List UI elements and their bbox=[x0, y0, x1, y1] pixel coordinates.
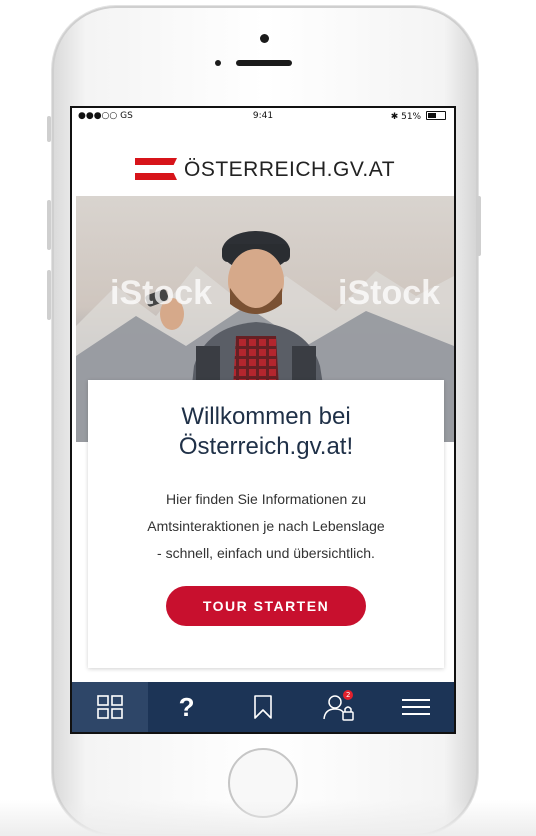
volume-down-button bbox=[47, 270, 51, 320]
proximity-sensor bbox=[215, 60, 221, 66]
bookmark-icon bbox=[254, 695, 272, 719]
app-header: ÖSTERREICH.GV.AT bbox=[72, 140, 454, 200]
power-button bbox=[477, 196, 481, 256]
tab-menu[interactable] bbox=[378, 682, 454, 732]
welcome-description-line3: - schnell, einfach und übersichtlich. bbox=[157, 545, 375, 561]
welcome-title-line1: Willkommen bei bbox=[181, 403, 351, 430]
grid-icon bbox=[97, 695, 124, 719]
mute-switch bbox=[47, 116, 51, 142]
front-camera bbox=[260, 34, 269, 43]
welcome-description-line2: Amtsinteraktionen je nach Lebenslage bbox=[147, 518, 385, 534]
welcome-title-line2: Österreich.gv.at! bbox=[178, 433, 354, 460]
site-logo-text: ÖSTERREICH.GV.AT bbox=[184, 158, 396, 181]
battery-status: ✱ 51% bbox=[391, 111, 446, 122]
tab-bookmarks[interactable] bbox=[225, 682, 301, 732]
bottom-fade bbox=[0, 800, 536, 836]
battery-percent: 51% bbox=[401, 112, 422, 122]
watermark-right: iStock bbox=[338, 274, 441, 312]
earpiece-speaker bbox=[236, 60, 292, 66]
welcome-title: Willkommen bei Österreich.gv.at! bbox=[88, 402, 444, 462]
austrian-flag-logo-icon bbox=[135, 158, 177, 180]
bluetooth-icon: ✱ bbox=[390, 112, 399, 122]
welcome-card: Willkommen bei Österreich.gv.at! Hier fi… bbox=[88, 380, 444, 668]
bottom-tab-bar: ? 2 bbox=[72, 682, 454, 732]
status-bar: ●●●○○ GS 9:41 ✱ 51% bbox=[72, 108, 454, 124]
volume-up-button bbox=[47, 200, 51, 250]
app-screen: ●●●○○ GS 9:41 ✱ 51% ÖSTERREICH.GV.AT iSt… bbox=[70, 106, 456, 734]
tab-help[interactable]: ? bbox=[148, 682, 224, 732]
welcome-description: Hier finden Sie Informationen zu Amtsint… bbox=[106, 486, 426, 567]
question-icon: ? bbox=[178, 691, 195, 722]
welcome-description-line1: Hier finden Sie Informationen zu bbox=[166, 491, 366, 507]
start-tour-button[interactable]: TOUR STARTEN bbox=[166, 586, 366, 626]
tab-profile[interactable]: 2 bbox=[301, 682, 377, 732]
battery-icon bbox=[426, 111, 446, 120]
menu-icon bbox=[401, 699, 430, 715]
watermark-left: iStock bbox=[110, 274, 213, 312]
tab-dashboard[interactable] bbox=[72, 682, 149, 732]
